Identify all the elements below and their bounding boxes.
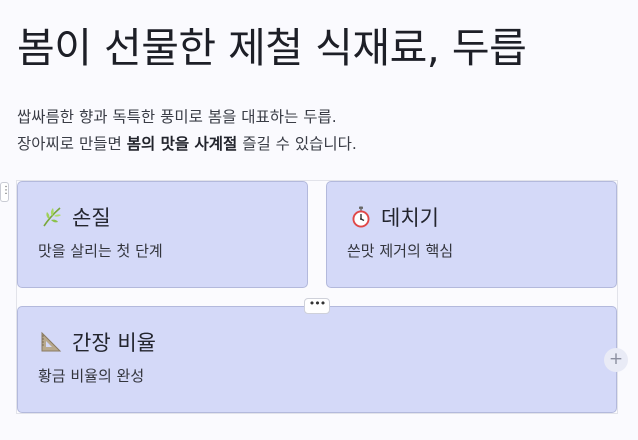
intro-line-1: 쌉싸름한 향과 독특한 풍미로 봄을 대표하는 두릅. xyxy=(17,108,337,126)
card-blanching[interactable]: 데치기 쓴맛 제거의 핵심 xyxy=(326,181,617,288)
page-title: 봄이 선물한 제철 식재료, 두릅 xyxy=(17,24,527,72)
card-title: 데치기 xyxy=(381,206,439,230)
intro-line-2-suffix: 즐길 수 있습니다. xyxy=(237,135,357,153)
add-block-button[interactable]: + xyxy=(604,348,628,372)
intro-highlight: 봄의 맛을 사계절 xyxy=(126,135,238,153)
intro-line-2: 장아찌로 만들면 봄의 맛을 사계절 즐길 수 있습니다. xyxy=(17,131,357,158)
card-soy-ratio[interactable]: 간장 비율 황금 비율의 완성 xyxy=(17,306,617,413)
triangle-ruler-icon xyxy=(40,330,64,354)
herb-icon xyxy=(40,205,64,229)
intro-text: 쌉싸름한 향과 독특한 풍미로 봄을 대표하는 두릅. 장아찌로 만들면 봄의 … xyxy=(17,104,357,158)
stopwatch-icon xyxy=(349,205,373,229)
intro-line-2-prefix: 장아찌로 만들면 xyxy=(17,135,127,153)
card-title-row: 데치기 xyxy=(349,202,439,232)
card-title: 손질 xyxy=(72,206,111,230)
drag-handle[interactable]: ⋮ xyxy=(0,182,11,202)
card-title: 간장 비율 xyxy=(72,331,156,355)
card-desc: 쓴맛 제거의 핵심 xyxy=(347,242,454,260)
card-title-row: 간장 비율 xyxy=(40,327,156,357)
more-options-button[interactable]: ••• xyxy=(304,298,330,314)
card-title-row: 손질 xyxy=(40,202,111,232)
card-desc: 황금 비율의 완성 xyxy=(38,367,145,385)
card-prep[interactable]: 손질 맛을 살리는 첫 단계 xyxy=(17,181,308,288)
card-desc: 맛을 살리는 첫 단계 xyxy=(38,242,163,260)
